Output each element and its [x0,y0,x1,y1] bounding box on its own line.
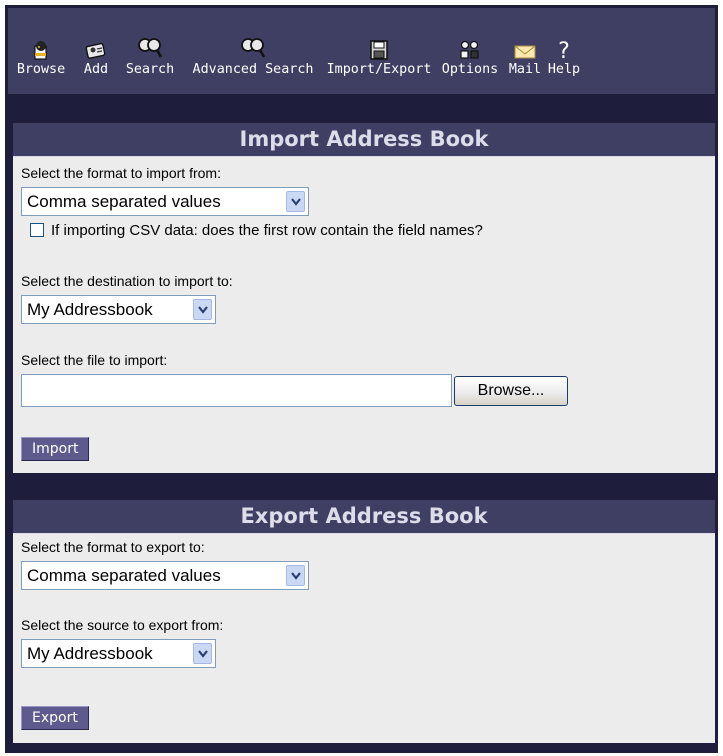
chevron-down-icon[interactable] [286,191,305,212]
toolbar-search-button[interactable]: Search [118,32,182,96]
add-icon [76,32,116,62]
import-button[interactable]: Import [21,437,90,461]
export-source-select[interactable]: My Addressbook [21,639,216,668]
import-destination-label: Select the destination to import to: [21,273,233,289]
toolbar-browse-label: Browse [16,62,66,77]
app-frame: Browse Add Search Advanced Search Import… [5,5,718,753]
toolbar-options-label: Options [441,62,499,77]
svg-text:?: ? [558,39,570,60]
toolbar-add-label: Add [83,62,109,77]
toolbar-help-button[interactable]: ? Help [546,32,582,96]
import-file-input[interactable] [21,374,452,407]
toolbar-add-button[interactable]: Add [76,32,116,96]
export-button[interactable]: Export [21,706,89,730]
export-format-label: Select the format to export to: [21,539,205,555]
toolbar-import-export-label: Import/Export [326,62,432,77]
search-icon [118,32,182,62]
question-mark-icon: ? [546,32,582,62]
options-icon [435,32,505,62]
csv-header-label: If importing CSV data: does the first ro… [51,222,483,239]
export-format-value: Comma separated values [27,566,221,585]
import-title: Import Address Book [13,123,715,157]
toolbar-help-label: Help [547,62,581,77]
csv-header-checkbox[interactable] [30,223,44,237]
import-format-value: Comma separated values [27,192,221,211]
export-format-select[interactable]: Comma separated values [21,561,309,590]
export-source-label: Select the source to export from: [21,617,224,633]
toolbar-advanced-search-label: Advanced Search [192,62,314,77]
toolbar-search-label: Search [125,62,175,77]
export-panel: Export Address Book Select the format to… [13,500,715,743]
toolbar: Browse Add Search Advanced Search Import… [8,8,715,94]
import-destination-value: My Addressbook [27,300,153,319]
import-format-label: Select the format to import from: [21,165,221,181]
import-destination-select[interactable]: My Addressbook [21,295,216,324]
chevron-down-icon[interactable] [193,643,212,664]
advanced-search-icon [184,32,322,62]
toolbar-browse-button[interactable]: Browse [9,32,73,96]
toolbar-mail-button[interactable]: Mail [506,32,544,96]
browse-button[interactable]: Browse... [454,376,568,406]
import-format-select[interactable]: Comma separated values [21,187,309,216]
toolbar-options-button[interactable]: Options [435,32,505,96]
floppy-disk-icon [324,32,434,62]
export-title: Export Address Book [13,500,715,534]
import-panel: Import Address Book Select the format to… [13,123,715,473]
toolbar-mail-label: Mail [508,62,542,77]
chevron-down-icon[interactable] [193,299,212,320]
import-file-label: Select the file to import: [21,352,168,368]
toolbar-advanced-search-button[interactable]: Advanced Search [184,32,322,96]
chevron-down-icon[interactable] [286,565,305,586]
toolbar-import-export-button[interactable]: Import/Export [324,32,434,96]
export-source-value: My Addressbook [27,644,153,663]
browse-icon [9,32,73,62]
envelope-icon [506,32,544,62]
